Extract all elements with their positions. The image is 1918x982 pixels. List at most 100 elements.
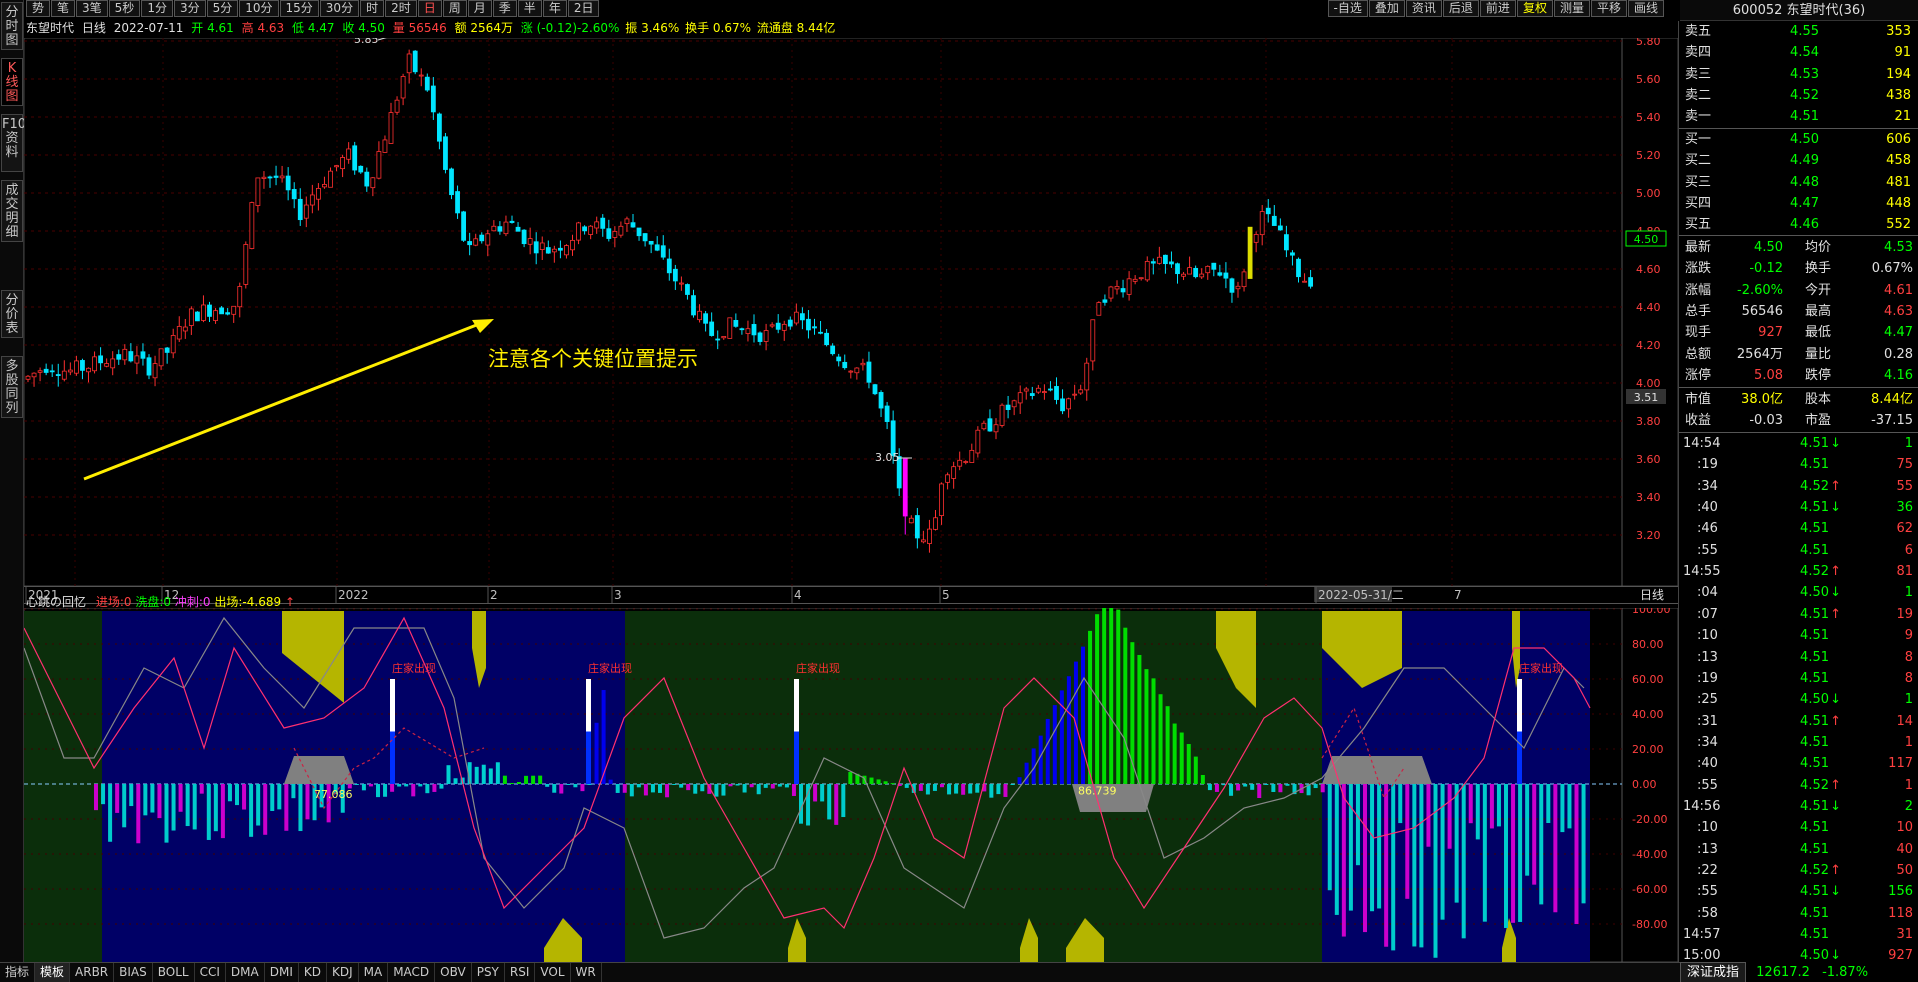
- histogram-bar: [524, 775, 529, 784]
- indicator-tab[interactable]: MA: [359, 963, 389, 982]
- period-button[interactable]: 季: [492, 0, 517, 17]
- candle-body: [1277, 225, 1283, 231]
- tick-price: 4.51: [1800, 521, 1829, 537]
- indicator-tab[interactable]: MACD: [388, 963, 436, 982]
- indicator-tab[interactable]: OBV: [435, 963, 472, 982]
- histogram-bar: [587, 784, 592, 785]
- period-button[interactable]: 15分: [279, 0, 319, 17]
- histogram-bar: [220, 784, 225, 839]
- tab-kline[interactable]: K线图: [1, 58, 23, 106]
- candle-body: [237, 286, 243, 308]
- candle-body: [521, 229, 527, 245]
- period-button[interactable]: 10分: [239, 0, 279, 17]
- indicator-tab[interactable]: KDJ: [327, 963, 359, 982]
- toolbar-button[interactable]: 前进: [1479, 0, 1516, 17]
- bid-row: 买二 4.49 458: [1679, 150, 1918, 171]
- indicator-chart[interactable]: 100.00 80.00 60.00 40.00 20.00 0.00 -20.00 -40.…: [24, 608, 1678, 962]
- period-button[interactable]: 1分: [141, 0, 173, 17]
- toolbar-button[interactable]: 平移: [1590, 0, 1627, 17]
- tab-timeshare[interactable]: 分时图: [1, 2, 23, 50]
- indicator-tick-label: 0.00: [1632, 778, 1657, 791]
- candle-body: [201, 304, 206, 321]
- toolbar-button[interactable]: 复权: [1516, 0, 1553, 17]
- indicator-tab[interactable]: DMA: [226, 963, 265, 982]
- candle-body: [1217, 272, 1223, 276]
- histogram-bar: [1158, 694, 1163, 784]
- annotation-text: 注意各个关键位置提示: [488, 347, 698, 371]
- exit-value: 出场:-4.689: [214, 595, 282, 609]
- toolbar-button[interactable]: 资讯: [1405, 0, 1442, 17]
- tab-price-table[interactable]: 分价表: [1, 290, 23, 338]
- tab-trade-detail[interactable]: 成交明细: [1, 180, 23, 242]
- indicator-tab[interactable]: RSI: [505, 963, 536, 982]
- price-tick-label: 3.80: [1636, 415, 1661, 428]
- histogram-bar: [1341, 784, 1346, 937]
- indicator-tab[interactable]: CCI: [195, 963, 226, 982]
- period-button[interactable]: 2时: [385, 0, 417, 17]
- toolbar-button[interactable]: 画线: [1627, 0, 1664, 17]
- candle-body: [43, 368, 49, 373]
- tick-price: 4.51: [1800, 457, 1829, 473]
- indicator-tab[interactable]: KD: [299, 963, 327, 982]
- candle-body: [98, 355, 103, 364]
- index-ticker[interactable]: 深证成指 12617.2 -1.87%: [1680, 962, 1918, 982]
- period-button[interactable]: 3分: [173, 0, 206, 17]
- rush-value: 冲刺:0: [174, 595, 211, 609]
- kline-chart[interactable]: 5.805.605.405.205.004.804.604.404.204.00…: [24, 38, 1678, 586]
- tab-f10[interactable]: F10资料: [1, 114, 26, 172]
- period-button[interactable]: 年: [542, 0, 567, 17]
- period-button[interactable]: 周: [442, 0, 467, 17]
- candle-body: [812, 326, 817, 329]
- indicator-tab[interactable]: DMI: [265, 963, 299, 982]
- indicator-tab[interactable]: 指标: [0, 963, 36, 982]
- candle-body: [854, 367, 860, 374]
- price-tick-label: 3.60: [1636, 453, 1661, 466]
- period-button[interactable]: 半: [517, 0, 542, 17]
- toolbar-button[interactable]: -自选: [1327, 0, 1368, 17]
- bid-price: 4.46: [1790, 217, 1819, 233]
- toolbar-button[interactable]: 叠加: [1368, 0, 1405, 17]
- candle-body: [703, 313, 708, 324]
- histogram-bar: [1144, 669, 1149, 784]
- candle-body: [400, 76, 406, 99]
- toolbar-button[interactable]: 后退: [1442, 0, 1479, 17]
- tab-multi-stock[interactable]: 多股同列: [1, 356, 23, 418]
- ask-row: 卖五 4.55 353: [1679, 21, 1918, 42]
- toolbar-button[interactable]: 测量: [1553, 0, 1590, 17]
- period-button[interactable]: 笔: [51, 0, 76, 17]
- indicator-tab[interactable]: WR: [571, 963, 602, 982]
- period-button[interactable]: 5秒: [108, 0, 141, 17]
- period-button[interactable]: 月: [467, 0, 492, 17]
- tick-row: :34 4.52 ↑ 55: [1679, 476, 1918, 497]
- candle-body: [1156, 256, 1162, 264]
- period-button[interactable]: 2日: [567, 0, 600, 17]
- candle-body: [104, 363, 110, 367]
- period-button[interactable]: 势: [26, 0, 51, 17]
- tick-direction-icon: ↓: [1830, 692, 1841, 708]
- indicator-name: 心跳の回忆: [26, 595, 87, 609]
- tick-time: :13: [1697, 841, 1718, 857]
- change-value: 涨 (-0.12)-2.60%: [520, 21, 620, 35]
- period-button[interactable]: 30分: [319, 0, 360, 17]
- stock-app: 分时图 K线图 F10资料 成交明细 分价表 多股同列 势笔 3笔 5秒 1分 3分 5分…: [0, 0, 1918, 982]
- period-button[interactable]: 时: [360, 0, 385, 17]
- candle-body: [1072, 393, 1078, 396]
- zhuang-label: 庄家出现: [1519, 661, 1563, 675]
- bid-price: 4.47: [1790, 195, 1819, 211]
- indicator-tab[interactable]: ARBR: [70, 963, 115, 982]
- histogram-bar: [1468, 784, 1473, 824]
- period-button[interactable]: 3笔: [76, 0, 108, 17]
- candle-body: [921, 539, 926, 543]
- candle-body: [1284, 234, 1289, 251]
- histogram-bar: [1475, 784, 1480, 840]
- period-button[interactable]: 5分: [206, 0, 239, 17]
- indicator-tab[interactable]: BIAS: [114, 963, 153, 982]
- indicator-tab[interactable]: 模板: [35, 963, 71, 982]
- period-button[interactable]: 日: [417, 0, 442, 17]
- candle-body: [1241, 271, 1247, 288]
- candle-body: [1205, 265, 1211, 274]
- histogram-bar: [383, 784, 388, 797]
- indicator-tab[interactable]: PSY: [472, 963, 505, 982]
- indicator-tab[interactable]: VOL: [535, 963, 571, 982]
- indicator-tab[interactable]: BOLL: [153, 963, 195, 982]
